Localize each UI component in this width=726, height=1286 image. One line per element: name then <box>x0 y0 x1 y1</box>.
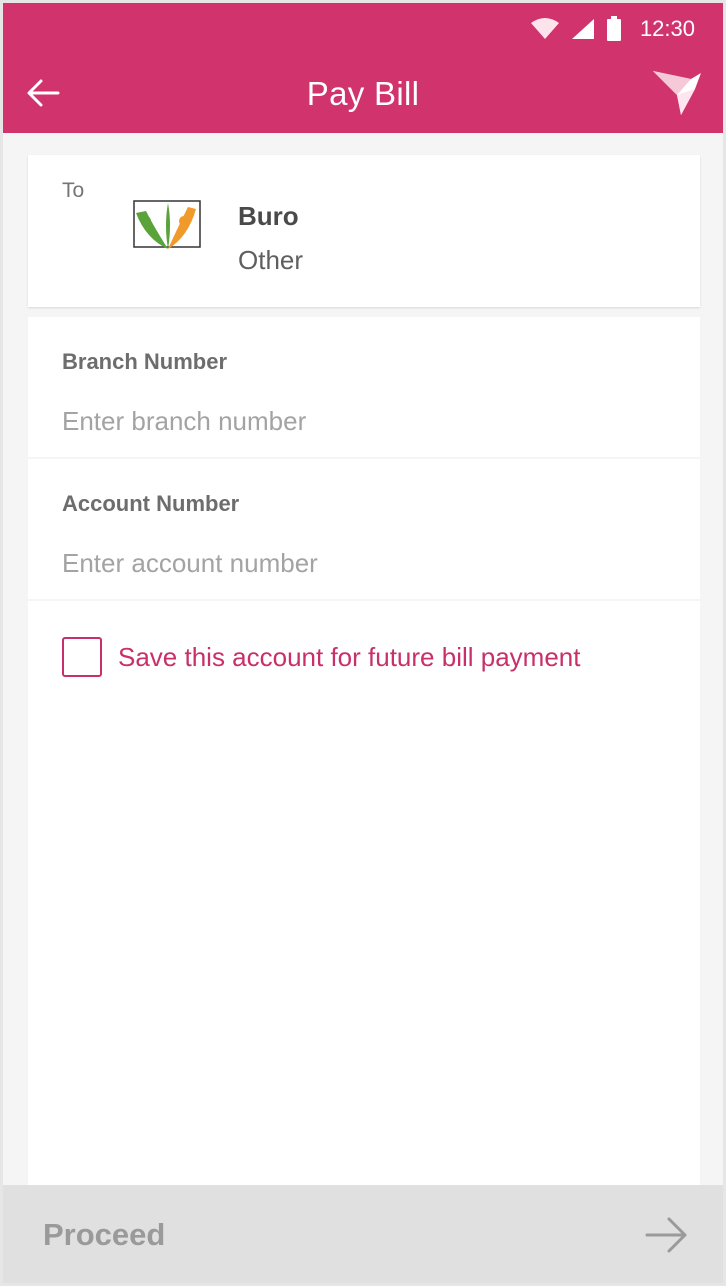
branch-number-label: Branch Number <box>62 349 228 374</box>
to-label: To <box>62 179 85 202</box>
branch-number-input[interactable] <box>62 401 662 441</box>
proceed-label: Proceed <box>43 1217 166 1252</box>
biller-name: Buro <box>238 201 299 231</box>
proceed-button[interactable]: Proceed <box>3 1185 723 1283</box>
status-icons: 12:30 <box>530 15 695 43</box>
save-account-option[interactable]: Save this account for future bill paymen… <box>62 637 580 677</box>
save-account-label: Save this account for future bill paymen… <box>118 641 581 672</box>
account-number-card: Account Number <box>28 459 700 599</box>
app-frame: 12:30 Pay Bill To Buro Other Branch Numb… <box>0 0 726 1286</box>
buro-logo <box>133 200 201 249</box>
battery-icon <box>606 16 621 41</box>
signal-icon <box>571 19 594 39</box>
wifi-icon <box>530 18 559 39</box>
status-time: 12:30 <box>639 16 695 41</box>
recipient-card: To Buro Other <box>28 155 700 307</box>
status-bar: 12:30 <box>3 3 723 55</box>
page-title: Pay Bill <box>306 75 420 112</box>
origami-bird-logo <box>653 71 701 115</box>
options-card: Save this account for future bill paymen… <box>28 601 700 1191</box>
biller-category: Other <box>238 245 304 275</box>
account-number-input[interactable] <box>62 543 662 583</box>
branch-number-card: Branch Number <box>28 317 700 457</box>
arrow-forward-icon <box>645 1217 687 1253</box>
app-bar: Pay Bill <box>3 55 723 133</box>
account-number-label: Account Number <box>62 491 240 516</box>
save-account-checkbox[interactable] <box>62 637 102 677</box>
